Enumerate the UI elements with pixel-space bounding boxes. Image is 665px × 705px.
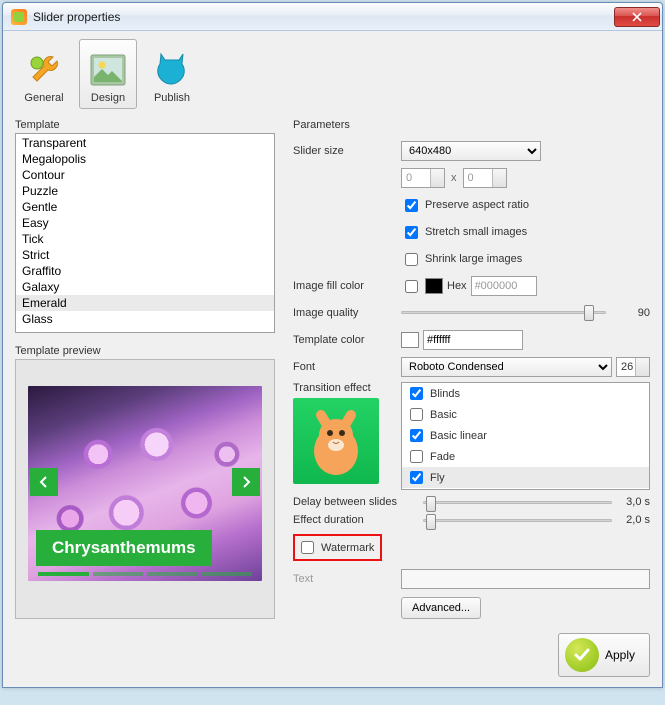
tab-general-label: General <box>24 92 63 104</box>
effect-label: Basic <box>430 409 457 421</box>
template-item[interactable]: Transparent <box>16 135 274 151</box>
cat-icon <box>152 50 192 90</box>
template-preview: Chrysanthemums <box>15 359 275 619</box>
template-color-label: Template color <box>293 334 401 346</box>
parameters-header: Parameters <box>293 119 650 131</box>
delay-slider[interactable] <box>423 501 612 504</box>
titlebar: Slider properties <box>3 3 662 31</box>
next-arrow-button[interactable] <box>232 468 260 496</box>
preview-header: Template preview <box>15 345 275 357</box>
template-header: Template <box>15 119 275 131</box>
template-item[interactable]: Megalopolis <box>16 151 274 167</box>
watermark-highlight: Watermark <box>293 534 382 561</box>
delay-value: 3,0 s <box>620 496 650 508</box>
effect-thumbnail <box>293 398 379 484</box>
effect-checkbox[interactable] <box>410 387 423 400</box>
watermark-checkbox[interactable] <box>301 541 314 554</box>
effect-label: Blinds <box>430 388 460 400</box>
check-icon <box>565 638 599 672</box>
effect-checkbox[interactable] <box>410 450 423 463</box>
window-title: Slider properties <box>33 10 120 24</box>
duration-slider[interactable] <box>423 519 612 522</box>
preview-caption: Chrysanthemums <box>36 530 212 566</box>
window-close-button[interactable] <box>614 7 660 27</box>
template-item[interactable]: Puzzle <box>16 183 274 199</box>
quality-value: 90 <box>628 307 650 319</box>
window: Slider properties General Design <box>2 2 663 688</box>
delay-label: Delay between slides <box>293 496 415 508</box>
tab-general[interactable]: General <box>15 39 73 109</box>
fill-color-checkbox[interactable] <box>405 280 418 293</box>
shrink-large-checkbox[interactable] <box>405 253 418 266</box>
template-item[interactable]: Contour <box>16 167 274 183</box>
template-item[interactable]: Easy <box>16 215 274 231</box>
template-item[interactable]: Galaxy <box>16 279 274 295</box>
tab-publish-label: Publish <box>154 92 190 104</box>
effect-item[interactable]: Fly <box>402 467 649 488</box>
width-spinner[interactable]: 0 <box>401 168 445 188</box>
slider-size-label: Slider size <box>293 145 401 157</box>
fill-color-label: Image fill color <box>293 280 401 292</box>
chevron-left-icon <box>38 476 50 488</box>
template-color-input[interactable] <box>423 330 523 350</box>
effect-item[interactable]: Blinds <box>402 383 649 404</box>
effect-item[interactable]: Basic linear <box>402 425 649 446</box>
effect-checkbox[interactable] <box>410 471 423 484</box>
template-color-swatch[interactable] <box>401 332 419 348</box>
app-icon <box>11 9 27 25</box>
effect-checkbox[interactable] <box>410 408 423 421</box>
watermark-label: Watermark <box>321 542 374 554</box>
wrench-icon <box>24 50 64 90</box>
template-item[interactable]: Glass <box>16 311 274 327</box>
stretch-small-label: Stretch small images <box>425 226 527 238</box>
shrink-large-label: Shrink large images <box>425 253 522 265</box>
effects-listbox[interactable]: Blinds Basic Basic linear Fade Fly Flip <box>401 382 650 490</box>
template-item[interactable]: Gentle <box>16 199 274 215</box>
apply-button[interactable]: Apply <box>558 633 650 677</box>
apply-label: Apply <box>605 648 635 662</box>
content: General Design Publish Template Transpar… <box>3 31 662 687</box>
font-select[interactable]: Roboto Condensed <box>401 357 612 377</box>
template-item[interactable]: Strict <box>16 247 274 263</box>
effect-item[interactable]: Fade <box>402 446 649 467</box>
template-item[interactable]: Emerald <box>16 295 274 311</box>
chevron-right-icon <box>240 476 252 488</box>
hex-label: Hex <box>447 280 467 292</box>
dimension-x: x <box>449 172 459 184</box>
effect-label: Basic linear <box>430 430 487 442</box>
template-listbox[interactable]: TransparentMegalopolisContourPuzzleGentl… <box>15 133 275 333</box>
preserve-aspect-checkbox[interactable] <box>405 199 418 212</box>
template-item[interactable]: Tick <box>16 231 274 247</box>
quality-slider[interactable] <box>401 304 624 322</box>
advanced-button[interactable]: Advanced... <box>401 597 481 619</box>
height-spinner[interactable]: 0 <box>463 168 507 188</box>
duration-value: 2,0 s <box>620 514 650 526</box>
effect-item[interactable]: Flip <box>402 488 649 490</box>
text-label: Text <box>293 573 401 585</box>
effect-label: Fly <box>430 472 445 484</box>
fill-hex-input[interactable] <box>471 276 537 296</box>
watermark-text-input[interactable] <box>401 569 650 589</box>
close-icon <box>631 12 643 22</box>
toolbar: General Design Publish <box>15 39 650 109</box>
effect-label: Fade <box>430 451 455 463</box>
tab-design[interactable]: Design <box>79 39 137 109</box>
stretch-small-checkbox[interactable] <box>405 226 418 239</box>
tab-publish[interactable]: Publish <box>143 39 201 109</box>
preview-pagination <box>16 572 274 576</box>
template-item[interactable]: Graffito <box>16 263 274 279</box>
preserve-aspect-label: Preserve aspect ratio <box>425 199 529 211</box>
font-label: Font <box>293 361 401 373</box>
font-size-spinner[interactable]: 26 <box>616 357 650 377</box>
duration-label: Effect duration <box>293 514 415 526</box>
effect-item[interactable]: Basic <box>402 404 649 425</box>
effect-label: Transition effect <box>293 382 401 394</box>
fill-color-swatch[interactable] <box>425 278 443 294</box>
quality-label: Image quality <box>293 307 401 319</box>
prev-arrow-button[interactable] <box>30 468 58 496</box>
slider-size-select[interactable]: 640x480 <box>401 141 541 161</box>
tab-design-label: Design <box>91 92 125 104</box>
image-icon <box>88 50 128 90</box>
effect-checkbox[interactable] <box>410 429 423 442</box>
